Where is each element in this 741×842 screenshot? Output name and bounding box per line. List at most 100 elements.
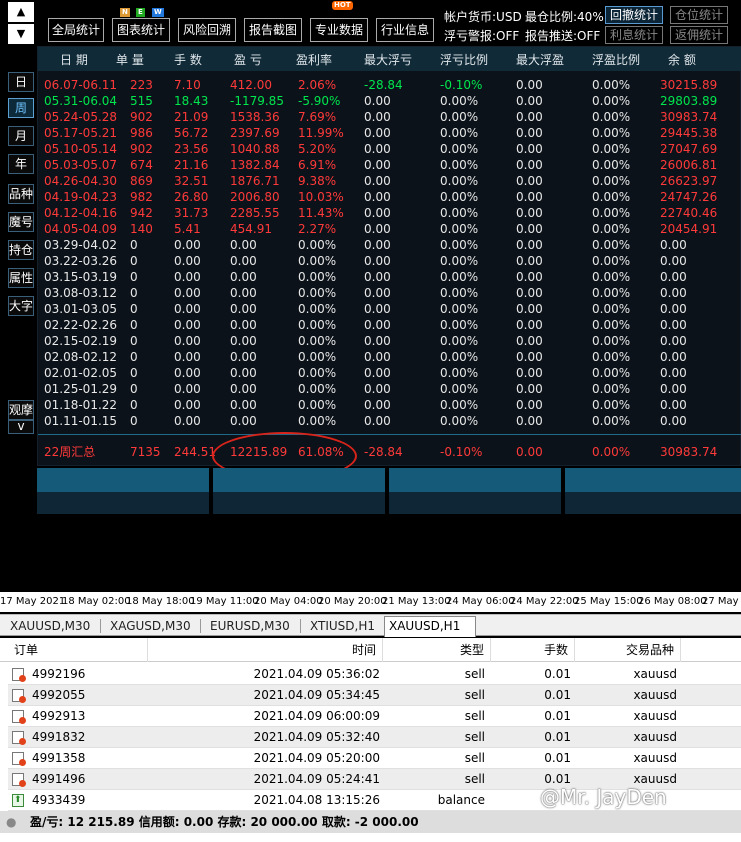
- orders-header-lots[interactable]: 手数: [491, 638, 575, 662]
- report-push[interactable]: 报告推送:OFF: [525, 27, 600, 44]
- cell-max-float-loss: 0.00: [364, 190, 391, 204]
- order-symbol: xauusd: [633, 730, 677, 744]
- tab-xtiusd-h1[interactable]: XTIUSD,H1: [306, 617, 379, 635]
- cell-float-loss-ratio: -0.10%: [440, 78, 483, 92]
- nav-magic[interactable]: 魔号: [8, 212, 34, 232]
- pro-data-button[interactable]: 专业数据: [310, 18, 368, 42]
- cell-balance: 26623.97: [660, 174, 718, 188]
- table-row[interactable]: 01.18-01.22 0 0.00 0.00 0.00% 0.00 0.00% 0.00 0.…: [38, 397, 741, 413]
- table-row[interactable]: 04.05-04.09 140 5.41 454.91 2.27% 0.00 0.00% 0.…: [38, 221, 741, 237]
- table-row[interactable]: 04.12-04.16 942 31.73 2285.55 11.43% 0.00 0.00…: [38, 205, 741, 221]
- chart-stats-button[interactable]: 图表统计: [112, 18, 170, 42]
- tab-xauusd-m30[interactable]: XAUUSD,M30: [6, 617, 94, 635]
- nav-month[interactable]: 月: [8, 126, 34, 146]
- table-row[interactable]: 03.08-03.12 0 0.00 0.00 0.00% 0.00 0.00% 0.00 0.…: [38, 285, 741, 301]
- nav-holdings[interactable]: 持仓: [8, 240, 34, 260]
- tab-xauusd-h1[interactable]: XAUUSD,H1: [384, 616, 476, 637]
- nav-observe[interactable]: 观摩: [8, 400, 34, 420]
- nav-expand-chevron-icon[interactable]: v: [8, 420, 34, 434]
- global-stats-button[interactable]: 全局统计: [48, 18, 104, 42]
- table-row[interactable]: 01.11-01.15 0 0.00 0.00 0.00% 0.00 0.00% 0.00 0.…: [38, 413, 741, 429]
- header-balance[interactable]: 余 额: [668, 51, 696, 68]
- position-stats-button[interactable]: 仓位统计: [670, 6, 728, 24]
- rebate-stats-button[interactable]: 返佣统计: [670, 26, 728, 44]
- report-screenshot-button[interactable]: 报告截图: [244, 18, 302, 42]
- tab-xagusd-m30[interactable]: XAGUSD,M30: [106, 617, 195, 635]
- cell-pnl: 0.00: [230, 366, 257, 380]
- table-row[interactable]: 02.08-02.12 0 0.00 0.00 0.00% 0.00 0.00% 0.00 0.…: [38, 349, 741, 365]
- nav-large-font[interactable]: 大字: [8, 296, 34, 316]
- cell-orders: 674: [130, 158, 153, 172]
- cell-balance: 29445.38: [660, 126, 718, 140]
- risk-backtrack-button[interactable]: 风险回溯: [178, 18, 236, 42]
- cell-profit-rate: 9.38%: [298, 174, 337, 188]
- table-row[interactable]: 01.25-01.29 0 0.00 0.00 0.00% 0.00 0.00% 0.00 0.…: [38, 381, 741, 397]
- cell-max-float-loss: 0.00: [364, 350, 391, 364]
- time-tick: 20 May 04:00: [254, 596, 323, 607]
- nav-year[interactable]: 年: [8, 154, 34, 174]
- header-profit-rate[interactable]: 盈利率: [296, 51, 332, 68]
- table-row[interactable]: 03.29-04.02 0 0.00 0.00 0.00% 0.00 0.00% 0.00 0.…: [38, 237, 741, 253]
- cell-max-float-profit: 0.00: [516, 142, 543, 156]
- nav-day[interactable]: 日: [8, 72, 34, 92]
- table-row[interactable]: 02.01-02.05 0 0.00 0.00 0.00% 0.00 0.00% 0.00 0.…: [38, 365, 741, 381]
- table-row[interactable]: 03.01-03.05 0 0.00 0.00 0.00% 0.00 0.00% 0.00 0.…: [38, 301, 741, 317]
- orders-header-type[interactable]: 类型: [383, 638, 491, 662]
- cell-float-profit-ratio: 0.00%: [592, 350, 631, 364]
- table-row[interactable]: 06.07-06.11 223 7.10 412.00 2.06% -28.84 -0.10…: [38, 77, 741, 93]
- header-orders[interactable]: 单 量: [116, 51, 144, 68]
- scroll-up-arrow-icon[interactable]: ▲: [8, 2, 34, 22]
- table-row[interactable]: 02.22-02.26 0 0.00 0.00 0.00% 0.00 0.00% 0.00 0.…: [38, 317, 741, 333]
- nav-attributes[interactable]: 属性: [8, 268, 34, 288]
- cell-orders: 0: [130, 398, 138, 412]
- orders-header-time[interactable]: 时间: [148, 638, 383, 662]
- nav-symbol[interactable]: 品种: [8, 184, 34, 204]
- header-max-float-loss[interactable]: 最大浮亏: [364, 51, 412, 68]
- cell-float-loss-ratio: 0.00%: [440, 302, 479, 316]
- header-max-float-profit[interactable]: 最大浮盈: [516, 51, 564, 68]
- header-float-profit-ratio[interactable]: 浮盈比例: [592, 51, 640, 68]
- order-id: 4933439: [32, 793, 86, 807]
- cell-float-loss-ratio: 0.00%: [440, 398, 479, 412]
- cell-lots: 0.00: [174, 318, 201, 332]
- table-row[interactable]: 05.24-05.28 902 21.09 1538.36 7.69% 0.00 0.00%…: [38, 109, 741, 125]
- header-lots[interactable]: 手 数: [174, 51, 202, 68]
- order-lots: 0.01: [544, 730, 571, 744]
- order-lots: 0.01: [544, 688, 571, 702]
- cell-balance: 0.00: [660, 414, 687, 428]
- header-date[interactable]: 日 期: [60, 51, 88, 68]
- cell-balance: 30983.74: [660, 110, 718, 124]
- table-row[interactable]: 03.15-03.19 0 0.00 0.00 0.00% 0.00 0.00% 0.00 0.…: [38, 269, 741, 285]
- cell-max-float-loss: 0.00: [364, 302, 391, 316]
- table-row[interactable]: 02.15-02.19 0 0.00 0.00 0.00% 0.00 0.00% 0.00 0.…: [38, 333, 741, 349]
- table-row[interactable]: 05.17-05.21 986 56.72 2397.69 11.99% 0.00 0.00…: [38, 125, 741, 141]
- header-float-loss-ratio[interactable]: 浮亏比例: [440, 51, 488, 68]
- table-row[interactable]: 05.31-06.04 515 18.43 -1179.85 -5.90% 0.00 0.0…: [38, 93, 741, 109]
- industry-info-button[interactable]: 行业信息: [376, 18, 434, 42]
- cell-date: 02.15-02.19: [44, 334, 118, 348]
- cell-profit-rate: 0.00%: [298, 238, 337, 252]
- drawdown-stats-button[interactable]: 回撤统计: [605, 6, 663, 24]
- cell-pnl: 0.00: [230, 238, 257, 252]
- orders-header-order[interactable]: 订单: [0, 638, 148, 662]
- header-pnl[interactable]: 盈 亏: [234, 51, 262, 68]
- cell-lots: 0.00: [174, 302, 201, 316]
- nav-week[interactable]: 周: [8, 98, 34, 118]
- order-row[interactable]: 4992913 2021.04.09 06:00:09 sell 0.01 xauusd: [8, 706, 741, 727]
- scroll-down-arrow-icon[interactable]: ▼: [8, 24, 34, 44]
- cell-float-loss-ratio: 0.00%: [440, 222, 479, 236]
- cell-orders: 140: [130, 222, 153, 236]
- table-row[interactable]: 05.03-05.07 674 21.16 1382.84 6.91% 0.00 0.00%…: [38, 157, 741, 173]
- order-row[interactable]: 4992055 2021.04.09 05:34:45 sell 0.01 xauusd: [8, 685, 741, 706]
- interest-stats-button[interactable]: 利息统计: [605, 26, 663, 44]
- table-row[interactable]: 03.22-03.26 0 0.00 0.00 0.00% 0.00 0.00% 0.00 0.…: [38, 253, 741, 269]
- float-loss-alert[interactable]: 浮亏警报:OFF: [444, 27, 519, 44]
- orders-header-symbol[interactable]: 交易品种: [575, 638, 681, 662]
- order-row[interactable]: 4992196 2021.04.09 05:36:02 sell 0.01 xauusd: [8, 664, 741, 685]
- table-row[interactable]: 05.10-05.14 902 23.56 1040.88 5.20% 0.00 0.00%…: [38, 141, 741, 157]
- tab-eurusd-m30[interactable]: EURUSD,M30: [206, 617, 294, 635]
- table-row[interactable]: 04.26-04.30 869 32.51 1876.71 9.38% 0.00 0.00%…: [38, 173, 741, 189]
- table-row[interactable]: 04.19-04.23 982 26.80 2006.80 10.03% 0.00 0.00…: [38, 189, 741, 205]
- order-row[interactable]: 4991358 2021.04.09 05:20:00 sell 0.01 xauusd: [8, 748, 741, 769]
- order-row[interactable]: 4991832 2021.04.09 05:32:40 sell 0.01 xauusd: [8, 727, 741, 748]
